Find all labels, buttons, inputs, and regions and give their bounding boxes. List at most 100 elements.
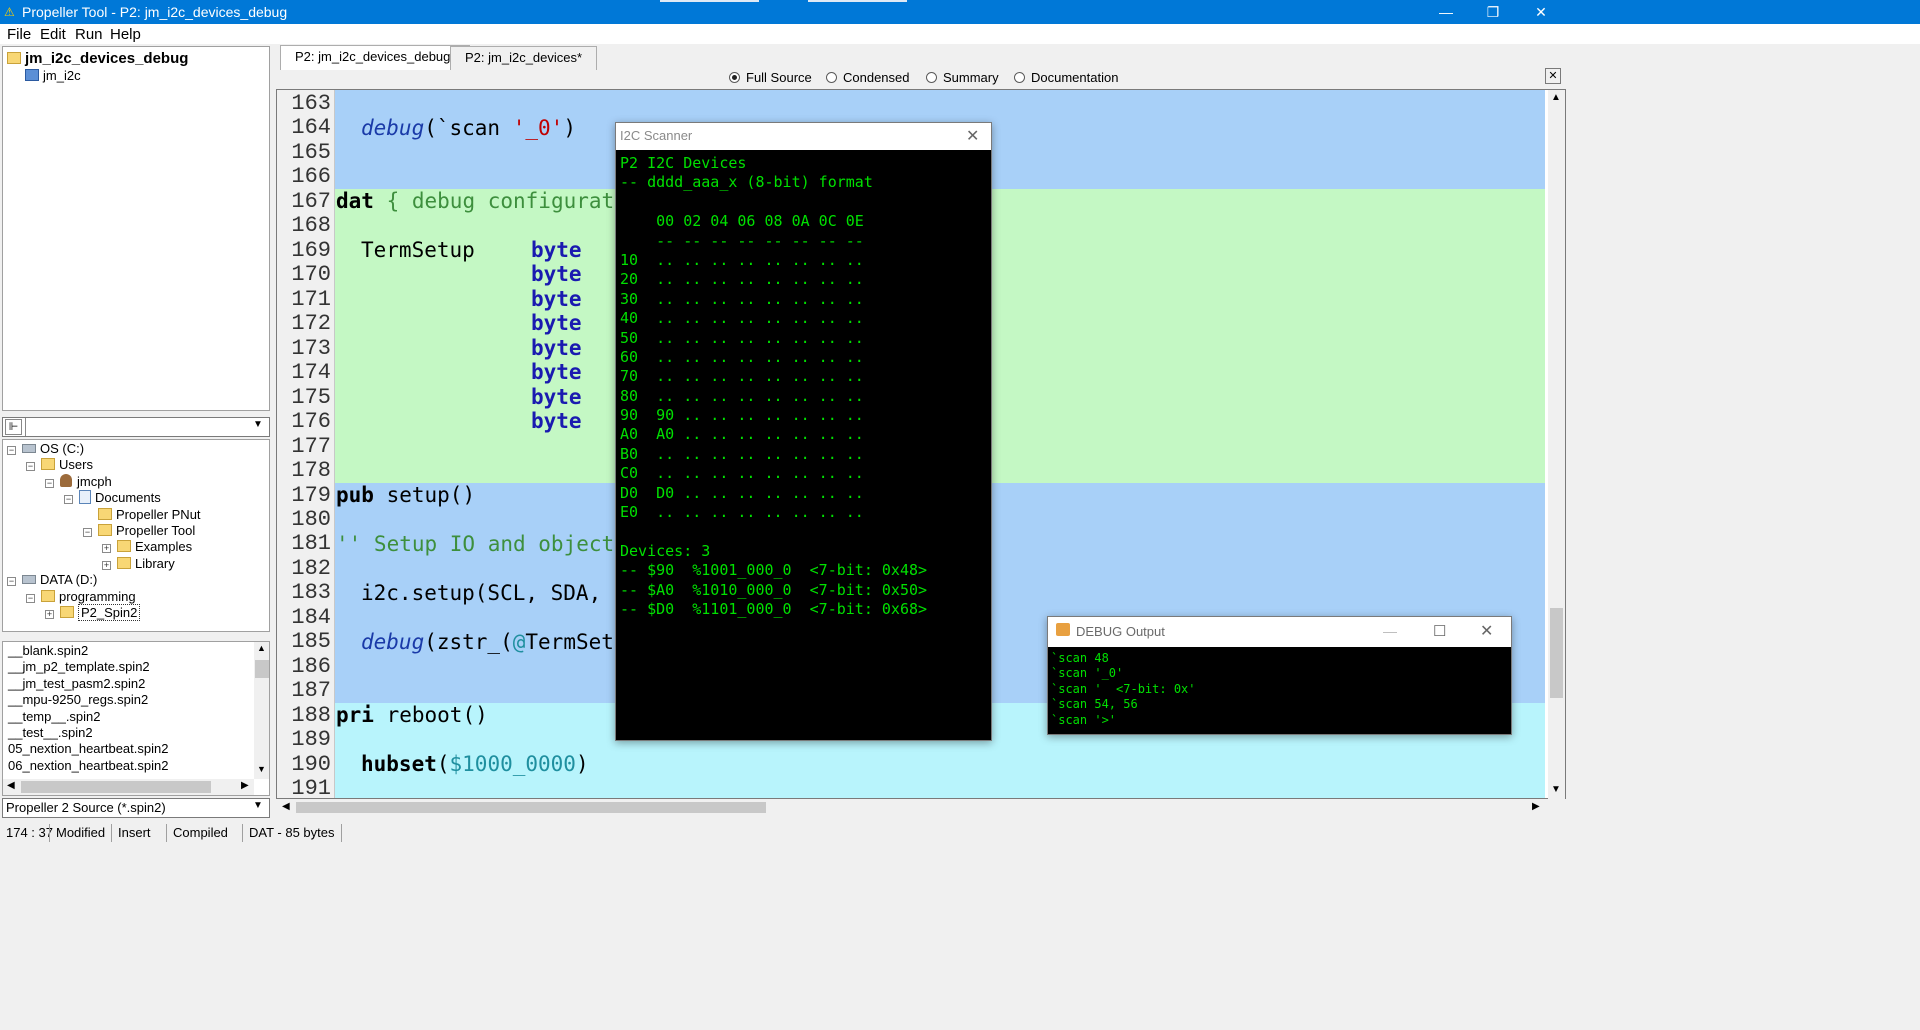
close-tab-icon[interactable]: ✕ [1545, 68, 1561, 84]
debug-output-window[interactable]: DEBUG Output — ☐ ✕ `scan 48 `scan '_0' `sc… [1047, 616, 1512, 735]
scroll-right-icon[interactable]: ▶ [241, 780, 249, 791]
scroll-right-icon[interactable]: ▶ [1532, 801, 1540, 812]
close-button[interactable]: ✕ [1518, 0, 1564, 24]
line-number: 170 [291, 262, 331, 288]
scroll-thumb[interactable] [296, 802, 766, 813]
tab-debug[interactable]: P2: jm_i2c_devices_debug* [280, 45, 471, 70]
view-documentation[interactable]: Documentation [1014, 70, 1118, 85]
code-line-169: TermSetup [361, 238, 475, 262]
folder-tree-label: jmcph [77, 473, 112, 489]
close-icon[interactable]: ✕ [966, 126, 979, 146]
scroll-down-icon[interactable]: ▼ [1551, 784, 1561, 795]
maximize-icon[interactable]: ☐ [1433, 622, 1446, 640]
scroll-left-icon[interactable]: ◀ [7, 780, 15, 791]
collapse-icon[interactable]: − [64, 495, 73, 505]
folder-tree-item[interactable]: − Users [26, 457, 93, 472]
file-list-item[interactable]: 06_nextion_heartbeat.spin2 [3, 758, 253, 774]
view-condensed[interactable]: Condensed [826, 70, 910, 85]
expand-icon[interactable]: + [102, 544, 111, 554]
scroll-thumb[interactable] [1550, 608, 1563, 698]
file-list-item[interactable]: __jm_p2_template.spin2 [3, 659, 253, 675]
folder-tree-item[interactable]: + P2_Spin2 [45, 604, 141, 621]
scroll-up-icon[interactable]: ▲ [257, 643, 266, 653]
line-number: 167 [291, 188, 331, 214]
folder-tree-item[interactable]: − Documents [64, 490, 161, 505]
file-list-item[interactable]: __mpu-9250_regs.spin2 [3, 692, 253, 708]
file-list-item[interactable]: __jm_test_pasm2.spin2 [3, 676, 253, 692]
chevron-down-icon[interactable]: ▼ [253, 419, 263, 430]
collapse-icon[interactable]: − [26, 462, 35, 472]
expand-icon[interactable]: + [45, 610, 54, 619]
folder-tree-item[interactable]: − OS (C:) [7, 441, 84, 456]
line-number: 176 [291, 409, 331, 435]
editor-vscroll[interactable]: ▲ ▼ [1548, 90, 1565, 799]
folder-tree-item[interactable]: − jmcph [45, 473, 112, 489]
view-summary[interactable]: Summary [926, 70, 999, 85]
minimize-icon[interactable]: — [1383, 623, 1397, 639]
menu-run[interactable]: Run [75, 26, 103, 43]
collapse-icon[interactable]: − [83, 528, 92, 537]
expand-icon[interactable]: + [102, 560, 111, 570]
object-root[interactable]: jm_i2c_devices_debug [7, 50, 188, 67]
radio-icon [926, 72, 937, 83]
scroll-left-icon[interactable]: ◀ [282, 801, 290, 812]
file-list-item[interactable]: __temp__.spin2 [3, 709, 253, 725]
view-full-source[interactable]: Full Source [729, 70, 812, 85]
folder-up-icon[interactable]: ⊩ [5, 419, 22, 435]
file-list-item[interactable]: __test__.spin2 [3, 725, 253, 741]
scanner-line: 90 90 .. .. .. .. .. .. .. [620, 406, 864, 425]
editor-hscroll[interactable]: ◀ ▶ [278, 799, 1548, 816]
folder-tree-item[interactable]: + Library [102, 556, 175, 571]
file-list-item[interactable]: 05_nextion_heartbeat.spin2 [3, 741, 253, 757]
line-number: 191 [291, 776, 331, 799]
file-list-vscroll[interactable]: ▲ ▼ [254, 642, 269, 779]
folder-icon [98, 507, 112, 520]
file-filter-combo[interactable]: Propeller 2 Source (*.spin2) ▼ [2, 798, 270, 818]
menu-file[interactable]: File [7, 26, 31, 43]
line-number: 181 [291, 531, 331, 557]
folder-tree-label: Propeller Tool [116, 523, 196, 538]
tab-devices[interactable]: P2: jm_i2c_devices* [450, 46, 598, 70]
drive-icon [22, 575, 36, 585]
scroll-down-icon[interactable]: ▼ [257, 764, 266, 774]
object-child[interactable]: jm_i2c [25, 68, 81, 83]
folder-tree-item[interactable]: Propeller PNut [83, 507, 201, 522]
collapse-icon[interactable]: − [7, 446, 16, 455]
folder-tree-item[interactable]: + Examples [102, 539, 192, 554]
file-list-hscroll[interactable]: ◀ ▶ [3, 779, 254, 795]
file-list-panel: __blank.spin2 __jm_p2_template.spin2 __jm_… [2, 641, 270, 796]
file-list-item[interactable]: __blank.spin2 [3, 643, 253, 659]
menu-edit[interactable]: Edit [40, 26, 66, 43]
folder-tree-item[interactable]: − Propeller Tool [83, 523, 195, 538]
collapse-icon[interactable]: − [7, 577, 16, 587]
scroll-thumb[interactable] [255, 660, 269, 678]
scanner-title-bar: I2C Scanner ✕ [616, 123, 991, 150]
code-line-167: dat { debug configurati [336, 189, 627, 213]
caption-highlight [808, 0, 907, 2]
code-line-183: i2c.setup(SCL, SDA, I [361, 581, 627, 605]
close-icon[interactable]: ✕ [1480, 621, 1493, 641]
collapse-icon[interactable]: − [26, 593, 35, 603]
minimize-button[interactable]: — [1423, 0, 1469, 24]
i2c-scanner-window[interactable]: I2C Scanner ✕ P2 I2C Devices -- dddd_aaa_… [615, 122, 992, 741]
collapse-icon[interactable]: − [45, 478, 54, 488]
line-number: 169 [291, 237, 331, 263]
restore-button[interactable]: ❐ [1470, 0, 1516, 24]
chevron-down-icon[interactable]: ▼ [253, 800, 263, 811]
line-number: 184 [291, 604, 331, 630]
scanner-line: B0 .. .. .. .. .. .. .. .. [620, 444, 864, 463]
scroll-thumb[interactable] [21, 781, 211, 793]
line-number: 189 [291, 727, 331, 753]
menu-help[interactable]: Help [110, 26, 141, 43]
window-title: Propeller Tool - P2: jm_i2c_devices_debu… [22, 4, 288, 20]
folder-tree-item[interactable]: − programming [26, 589, 136, 604]
scroll-up-icon[interactable]: ▲ [1551, 92, 1561, 103]
folder-tree-item[interactable]: − DATA (D:) [7, 572, 97, 587]
folder-combo[interactable]: ⊩ ▼ [2, 417, 270, 437]
scanner-line: D0 D0 .. .. .. .. .. .. .. [620, 483, 864, 502]
scanner-line: -- -- -- -- -- -- -- -- [620, 231, 864, 250]
debug-app-icon [1056, 623, 1070, 636]
line-number: 163 [291, 91, 331, 116]
status-insert: Insert [111, 824, 157, 842]
scanner-line: 20 .. .. .. .. .. .. .. .. [620, 270, 864, 289]
